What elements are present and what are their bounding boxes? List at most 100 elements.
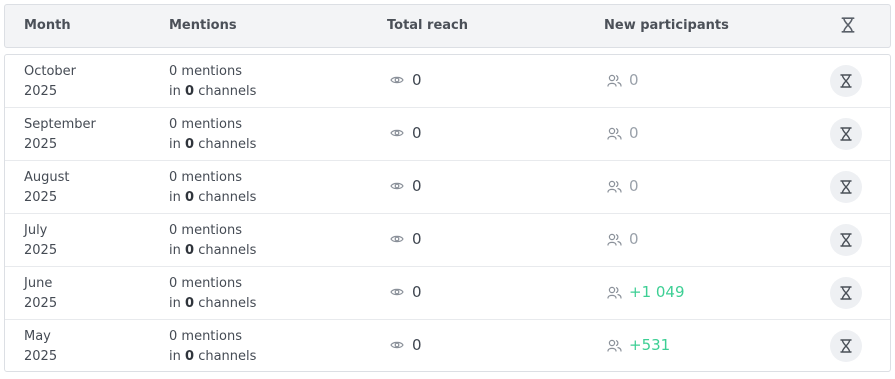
reach-value: 0 [412,283,422,301]
channels-label: channels [198,296,257,311]
month-year: 2025 [24,243,58,258]
table-row: July 2025 0 mentions in 0 channels 0 0 [5,214,890,267]
mentions-count: 0 mentions [169,276,242,291]
mentions-count: 0 mentions [169,64,242,79]
mentions-count: 0 mentions [169,117,242,132]
row-action-button[interactable] [830,277,862,309]
participants-value: 0 [629,177,639,195]
participants-cell: +1 049 [607,283,685,301]
header-month: Month [24,18,71,33]
month-name: May [24,329,51,344]
row-action-button[interactable] [830,118,862,150]
in-label: in [169,349,181,364]
reach-value: 0 [412,124,422,142]
users-icon [607,127,622,140]
month-cell: May 2025 [24,327,57,367]
eye-icon [390,129,404,137]
channels-count: 0 [185,84,195,99]
reach-value: 0 [412,336,422,354]
participants-cell: 0 [607,230,639,248]
in-label: in [169,190,181,205]
eye-icon [390,235,404,243]
reach-cell: 0 [390,124,422,142]
channels-label: channels [198,349,257,364]
table-row: May 2025 0 mentions in 0 channels 0 +531 [5,320,890,371]
header-total-reach: Total reach [387,18,469,33]
row-action-button[interactable] [830,330,862,362]
monthly-stats-table: Month Mentions Total reach New participa… [0,0,895,379]
eye-icon [390,288,404,296]
participants-cell: +531 [607,336,670,354]
table-row: June 2025 0 mentions in 0 channels 0 +1 … [5,267,890,320]
table-row: September 2025 0 mentions in 0 channels … [5,108,890,161]
channels-label: channels [198,84,257,99]
channels-label: channels [198,137,257,152]
in-label: in [169,243,181,258]
row-action-button[interactable] [830,65,862,97]
mentions-cell: 0 mentions in 0 channels [169,115,256,155]
hourglass-icon [840,286,852,300]
reach-value: 0 [412,71,422,89]
hourglass-icon [840,127,852,141]
participants-cell: 0 [607,124,639,142]
channels-count: 0 [185,296,195,311]
month-cell: June 2025 [24,274,57,314]
mentions-cell: 0 mentions in 0 channels [169,62,256,102]
channels-count: 0 [185,349,195,364]
channels-count: 0 [185,243,195,258]
reach-cell: 0 [390,283,422,301]
participants-value: +531 [629,336,671,354]
eye-icon [390,341,404,349]
hourglass-icon [840,180,852,194]
participants-cell: 0 [607,177,639,195]
eye-icon [390,76,404,84]
hourglass-icon [841,17,855,33]
row-action-button[interactable] [830,171,862,203]
mentions-count: 0 mentions [169,170,242,185]
table-row: October 2025 0 mentions in 0 channels 0 … [5,55,890,108]
users-icon [607,286,622,299]
channels-line: in 0 channels [169,347,256,367]
hourglass-icon [840,339,852,353]
month-year: 2025 [24,349,58,364]
row-action-button[interactable] [830,224,862,256]
mentions-cell: 0 mentions in 0 channels [169,327,256,367]
reach-cell: 0 [390,336,422,354]
mentions-cell: 0 mentions in 0 channels [169,168,256,208]
hourglass-icon [840,233,852,247]
users-icon [607,74,622,87]
participants-value: 0 [629,230,639,248]
in-label: in [169,84,181,99]
table-row: August 2025 0 mentions in 0 channels 0 0 [5,161,890,214]
participants-cell: 0 [607,71,639,89]
month-name: July [24,223,48,238]
table-header: Month Mentions Total reach New participa… [4,4,891,48]
channels-line: in 0 channels [169,241,256,261]
month-year: 2025 [24,296,58,311]
reach-value: 0 [412,177,422,195]
table-body: October 2025 0 mentions in 0 channels 0 … [4,54,891,372]
reach-cell: 0 [390,230,422,248]
hourglass-icon [840,74,852,88]
users-icon [607,233,622,246]
in-label: in [169,296,181,311]
reach-cell: 0 [390,177,422,195]
month-name: September [24,117,96,132]
channels-line: in 0 channels [169,135,256,155]
channels-count: 0 [185,190,195,205]
mentions-cell: 0 mentions in 0 channels [169,221,256,261]
month-cell: October 2025 [24,62,76,102]
month-name: August [24,170,70,185]
channels-line: in 0 channels [169,82,256,102]
header-mentions: Mentions [169,18,237,33]
month-year: 2025 [24,190,58,205]
month-cell: July 2025 [24,221,57,261]
channels-count: 0 [185,137,195,152]
month-cell: August 2025 [24,168,70,208]
participants-value: 0 [629,71,639,89]
header-new-participants: New participants [604,18,729,33]
channels-line: in 0 channels [169,188,256,208]
channels-line: in 0 channels [169,294,256,314]
in-label: in [169,137,181,152]
month-name: October [24,64,77,79]
